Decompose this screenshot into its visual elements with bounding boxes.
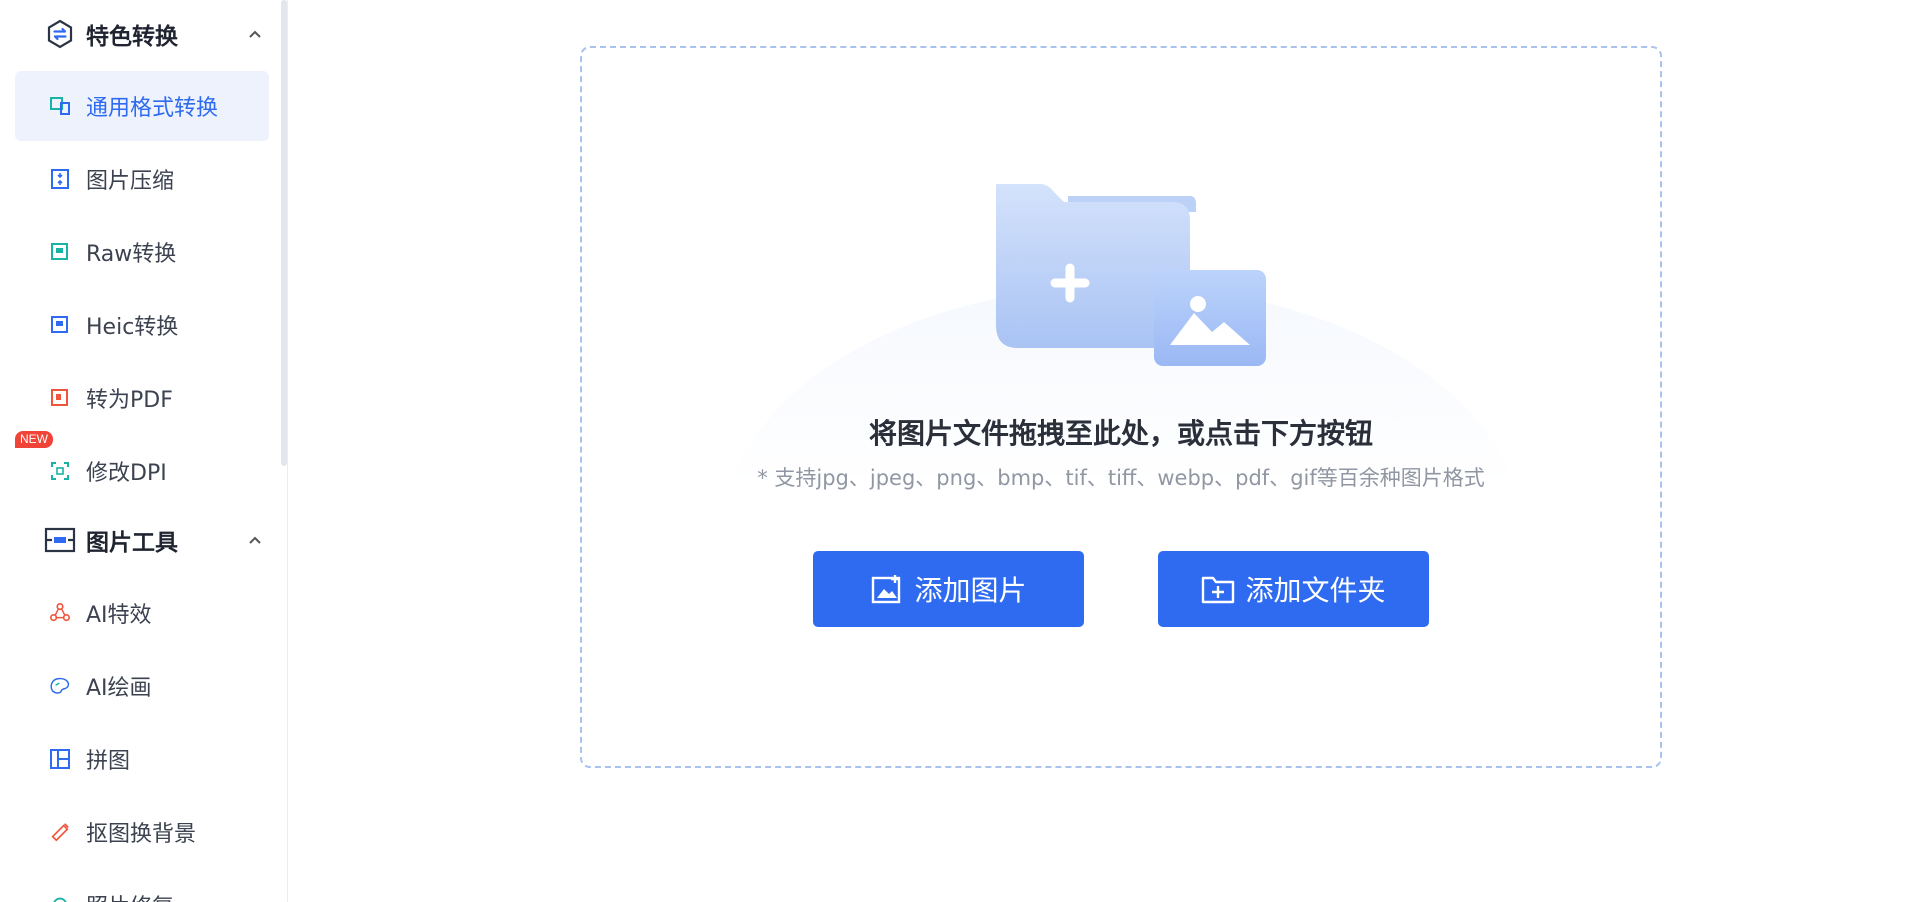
sidebar-item-label: 抠图换背景 — [86, 822, 197, 847]
compress-icon — [49, 168, 71, 190]
cutout-icon — [49, 821, 71, 843]
pdf-icon — [49, 387, 71, 409]
drop-zone[interactable] — [580, 46, 1662, 768]
sidebar-item-label: 拼图 — [86, 749, 131, 774]
sidebar-item-collage[interactable]: 拼图 — [15, 724, 269, 794]
format-convert-icon — [49, 95, 71, 117]
sidebar-item-dpi[interactable]: 修改DPI — [15, 436, 269, 506]
convert-icon — [44, 18, 76, 50]
sidebar-item-to-pdf[interactable]: 转为PDF — [15, 363, 269, 433]
group-label: 图片工具 — [86, 530, 178, 556]
sidebar-item-label: AI特效 — [86, 603, 152, 628]
ai-paint-icon — [49, 675, 71, 697]
sidebar-item-label: 图片压缩 — [86, 169, 175, 194]
group-header-image-tools[interactable]: 图片工具 — [0, 510, 280, 570]
add-folder-icon — [1201, 572, 1235, 606]
sidebar-item-label: Heic转换 — [86, 315, 179, 340]
chevron-up-icon[interactable] — [248, 533, 262, 547]
sidebar-item-label: 修改DPI — [86, 461, 167, 486]
sidebar-item-label: 通用格式转换 — [86, 96, 219, 121]
folder-image-illustration — [996, 184, 1266, 366]
add-folder-label: 添加文件夹 — [1245, 574, 1386, 607]
heic-icon — [49, 314, 71, 336]
add-image-icon — [870, 572, 904, 606]
sidebar-item-label: Raw转换 — [86, 242, 177, 267]
sidebar-item-heic[interactable]: Heic转换 — [15, 290, 269, 360]
collage-icon — [49, 748, 71, 770]
sidebar-item-label: AI绘画 — [86, 676, 152, 701]
sidebar-item-label: 转为PDF — [86, 388, 173, 413]
sidebar-item-repair[interactable]: 照片修复 — [15, 870, 269, 902]
raw-icon — [49, 241, 71, 263]
sidebar-item-format-convert[interactable]: 通用格式转换 — [15, 71, 269, 141]
sidebar-item-cutout[interactable]: 抠图换背景 — [15, 797, 269, 867]
sidebar-item-ai-paint[interactable]: AI绘画 — [15, 651, 269, 721]
dpi-icon — [49, 460, 71, 482]
sidebar-item-compress[interactable]: 图片压缩 — [15, 144, 269, 214]
repair-icon — [49, 894, 71, 902]
sidebar: 特色转换 通用格式转换 图片压缩 Raw转换 Heic转换 转为PDF NEW … — [0, 0, 288, 902]
sidebar-scrollbar[interactable] — [281, 0, 287, 466]
ai-effect-icon — [49, 602, 71, 624]
image-tools-icon — [44, 524, 76, 556]
sidebar-item-label: 照片修复 — [86, 889, 174, 902]
group-label: 特色转换 — [86, 24, 178, 50]
sidebar-item-ai-effect[interactable]: AI特效 — [15, 578, 269, 648]
drop-zone-title: 将图片文件拖拽至此处，或点击下方按钮 — [868, 417, 1373, 450]
sidebar-item-raw[interactable]: Raw转换 — [15, 217, 269, 287]
drop-zone-subtitle: * 支持jpg、jpeg、png、bmp、tif、tiff、webp、pdf、g… — [757, 466, 1485, 490]
add-folder-button[interactable]: 添加文件夹 — [1158, 551, 1429, 627]
chevron-up-icon[interactable] — [248, 27, 262, 41]
add-image-label: 添加图片 — [914, 574, 1027, 607]
add-image-button[interactable]: 添加图片 — [813, 551, 1084, 627]
group-header-special-convert[interactable]: 特色转换 — [0, 4, 280, 64]
